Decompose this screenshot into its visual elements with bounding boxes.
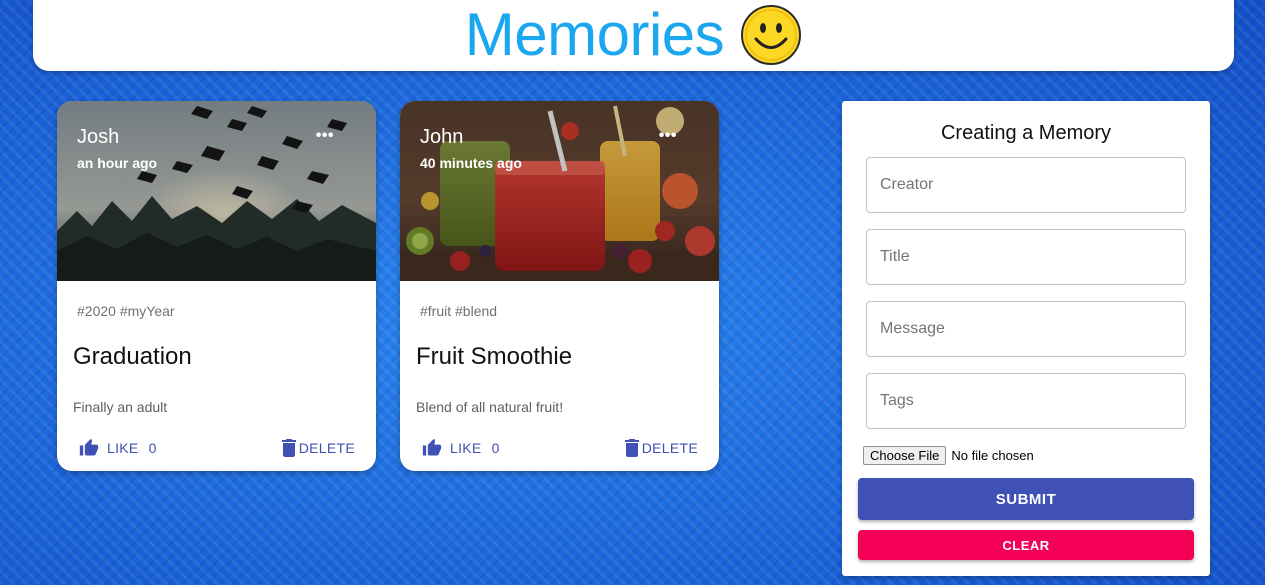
post-creator: John bbox=[420, 126, 464, 148]
post-card: Josh an hour ago ••• #2020 #myYear Gradu… bbox=[57, 101, 376, 471]
submit-button[interactable]: SUBMIT bbox=[858, 478, 1194, 520]
post-time: 40 minutes ago bbox=[420, 155, 522, 171]
file-input: Choose File No file chosen bbox=[863, 446, 1034, 465]
file-status: No file chosen bbox=[951, 448, 1034, 463]
delete-button[interactable]: DELETE bbox=[624, 438, 698, 458]
like-button[interactable]: LIKE 0 bbox=[422, 438, 500, 458]
choose-file-button[interactable]: Choose File bbox=[863, 446, 947, 465]
message-field[interactable] bbox=[866, 301, 1186, 357]
delete-label: DELETE bbox=[641, 440, 698, 456]
like-button[interactable]: LIKE 0 bbox=[79, 438, 157, 458]
post-message: Finally an adult bbox=[73, 399, 168, 415]
delete-label: DELETE bbox=[298, 440, 355, 456]
post-actions: LIKE 0 DELETE bbox=[400, 438, 719, 458]
creator-field[interactable] bbox=[866, 157, 1186, 213]
post-image: Josh an hour ago ••• bbox=[57, 101, 376, 281]
delete-button[interactable]: DELETE bbox=[281, 438, 355, 458]
tags-field[interactable] bbox=[866, 373, 1186, 429]
post-tags: #2020 #myYear bbox=[77, 303, 175, 319]
post-tags: #fruit #blend bbox=[420, 303, 498, 319]
memory-form: Creating a Memory Choose File No file ch… bbox=[842, 101, 1210, 576]
post-time: an hour ago bbox=[77, 155, 158, 171]
like-label: LIKE bbox=[450, 440, 482, 456]
more-horiz-icon[interactable]: ••• bbox=[316, 127, 334, 145]
thumb-up-icon bbox=[422, 438, 442, 456]
form-heading: Creating a Memory bbox=[940, 122, 1112, 144]
title-field[interactable] bbox=[866, 229, 1186, 285]
clear-button[interactable]: CLEAR bbox=[858, 530, 1194, 560]
post-message: Blend of all natural fruit! bbox=[416, 399, 564, 415]
post-creator: Josh bbox=[77, 126, 120, 148]
post-title: Fruit Smoothie bbox=[416, 343, 573, 370]
trash-icon bbox=[624, 439, 639, 457]
post-title: Graduation bbox=[73, 343, 192, 370]
post-actions: LIKE 0 DELETE bbox=[57, 438, 376, 458]
like-label: LIKE bbox=[107, 440, 139, 456]
like-count: 0 bbox=[491, 440, 500, 456]
smiley-icon bbox=[741, 4, 802, 65]
app-title: Memories bbox=[464, 0, 725, 68]
post-card: John 40 minutes ago ••• #fruit #blend Fr… bbox=[400, 101, 719, 471]
post-image: John 40 minutes ago ••• bbox=[400, 101, 719, 281]
app-bar: Memories bbox=[33, 0, 1234, 71]
like-count: 0 bbox=[148, 440, 157, 456]
thumb-up-icon bbox=[79, 438, 99, 456]
trash-icon bbox=[281, 439, 296, 457]
more-horiz-icon[interactable]: ••• bbox=[659, 127, 677, 145]
